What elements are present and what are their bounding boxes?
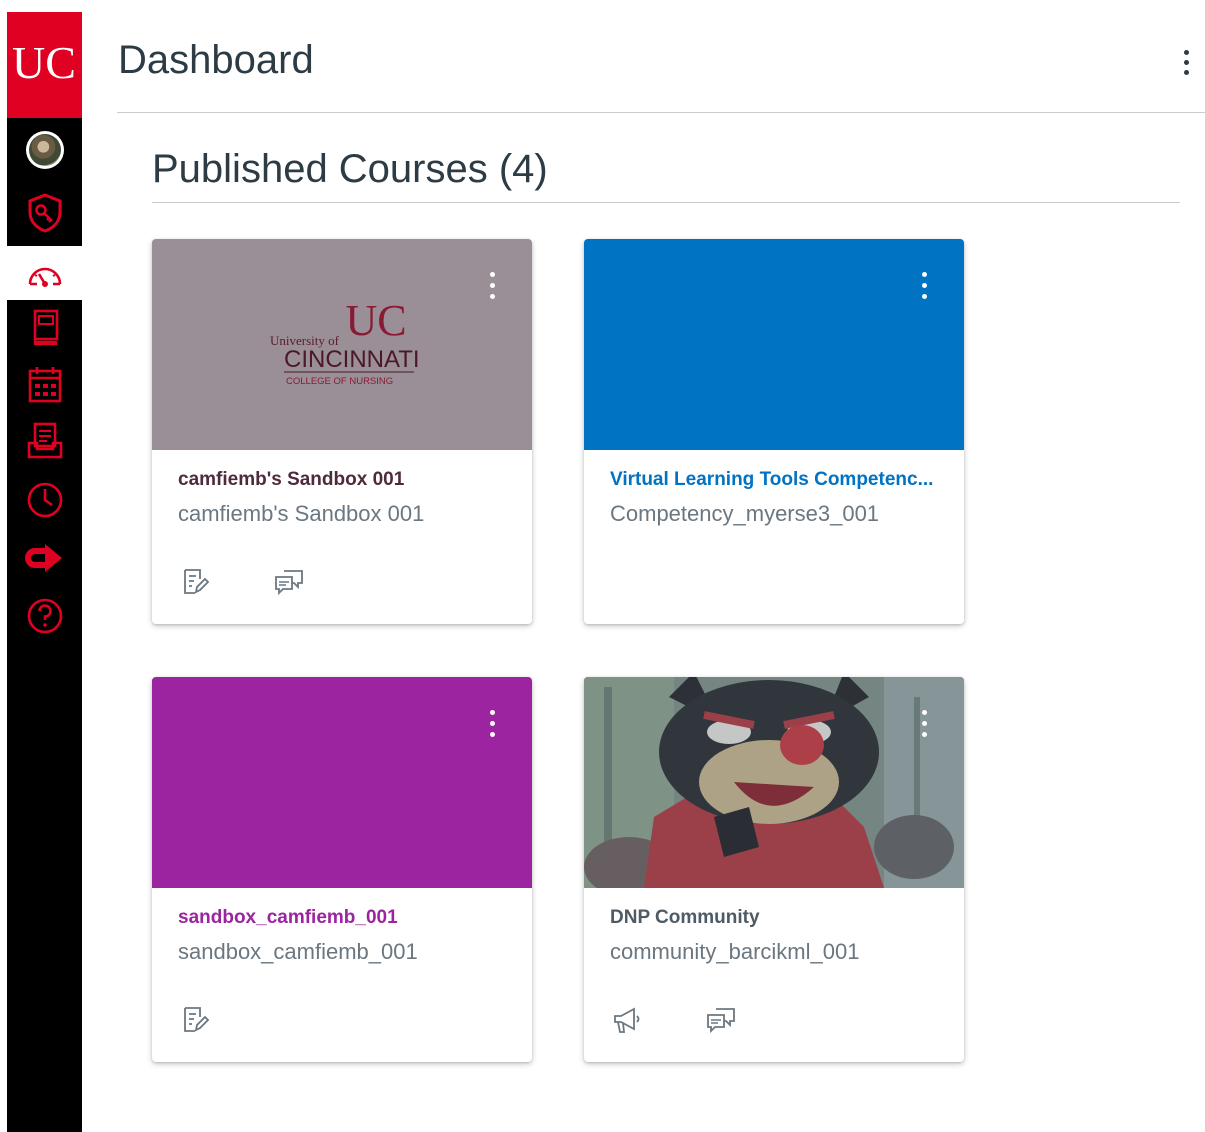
uc-logo-link[interactable]: UC: [7, 12, 82, 118]
course-card: UC University of CINCINNATI COLLEGE OF N…: [152, 239, 532, 624]
nav-account[interactable]: [7, 129, 82, 171]
course-card-options-button[interactable]: [914, 265, 934, 305]
clock-icon: [27, 482, 62, 518]
header-divider: [117, 112, 1205, 113]
course-card: DNP Community community_barcikml_001: [584, 677, 964, 1062]
discussions-icon: [707, 1008, 735, 1034]
kebab-icon: [489, 709, 495, 715]
speedometer-icon: [28, 267, 61, 287]
svg-text:UC: UC: [345, 296, 406, 345]
calendar-icon: [28, 367, 61, 403]
kebab-icon: [1183, 49, 1189, 55]
nav-inbox[interactable]: [7, 418, 82, 464]
inbox-icon: [27, 422, 62, 459]
course-card-hero[interactable]: UC University of CINCINNATI COLLEGE OF N…: [152, 239, 532, 450]
assignments-button[interactable]: [178, 565, 212, 599]
course-card-title[interactable]: Virtual Learning Tools Competenc...: [610, 469, 940, 491]
course-card-hero[interactable]: [152, 677, 532, 888]
page-title: Dashboard: [118, 38, 314, 82]
course-card: Virtual Learning Tools Competenc... Comp…: [584, 239, 964, 624]
book-icon: [33, 309, 58, 346]
course-card-title[interactable]: DNP Community: [610, 907, 940, 929]
course-card-options-button[interactable]: [914, 703, 934, 743]
question-icon: [27, 598, 62, 634]
avatar: [25, 131, 64, 169]
course-card-options-button[interactable]: [482, 703, 502, 743]
assignments-button[interactable]: [178, 1003, 212, 1037]
nav-help[interactable]: [7, 594, 82, 638]
shield-key-icon: [28, 193, 61, 233]
kebab-icon: [921, 271, 927, 277]
nav-dashboard[interactable]: [7, 246, 82, 300]
dashboard-options-button[interactable]: [1172, 44, 1200, 80]
university-logo: UC University of CINCINNATI COLLEGE OF N…: [264, 295, 424, 395]
uc-logo-icon: UC: [12, 37, 76, 88]
announcements-button[interactable]: [610, 1003, 644, 1037]
discussions-button[interactable]: [704, 1003, 738, 1037]
nav-admin[interactable]: [7, 190, 82, 236]
course-card-subtitle: camfiemb's Sandbox 001: [178, 501, 425, 526]
assignments-icon: [184, 1007, 210, 1032]
nav-courses[interactable]: [7, 306, 82, 350]
kebab-icon: [921, 709, 927, 715]
nav-calendar[interactable]: [7, 362, 82, 408]
announcements-icon: [614, 1007, 640, 1033]
discussions-button[interactable]: [272, 565, 306, 599]
course-card-hero[interactable]: [584, 239, 964, 450]
assignments-icon: [184, 569, 210, 594]
discussions-icon: [275, 570, 303, 596]
svg-text:CINCINNATI: CINCINNATI: [284, 346, 420, 373]
course-card: sandbox_camfiemb_001 sandbox_camfiemb_00…: [152, 677, 532, 1062]
nav-history[interactable]: [7, 478, 82, 522]
kebab-icon: [489, 271, 495, 277]
course-card-title[interactable]: sandbox_camfiemb_001: [178, 907, 508, 929]
svg-text:UC: UC: [12, 37, 76, 88]
svg-text:COLLEGE OF NURSING: COLLEGE OF NURSING: [286, 376, 393, 387]
course-card-title[interactable]: camfiemb's Sandbox 001: [178, 469, 508, 491]
arrow-right-icon: [24, 544, 62, 572]
course-card-subtitle: sandbox_camfiemb_001: [178, 939, 418, 964]
course-card-subtitle: community_barcikml_001: [610, 939, 860, 964]
section-divider: [152, 202, 1180, 203]
section-title: Published Courses (4): [152, 147, 548, 191]
course-card-hero[interactable]: [584, 677, 964, 888]
global-navigation: UC: [7, 12, 82, 1132]
nav-commons[interactable]: [7, 538, 82, 578]
course-card-subtitle: Competency_myerse3_001: [610, 501, 880, 526]
mascot-photo: [584, 677, 964, 888]
course-card-options-button[interactable]: [482, 265, 502, 305]
